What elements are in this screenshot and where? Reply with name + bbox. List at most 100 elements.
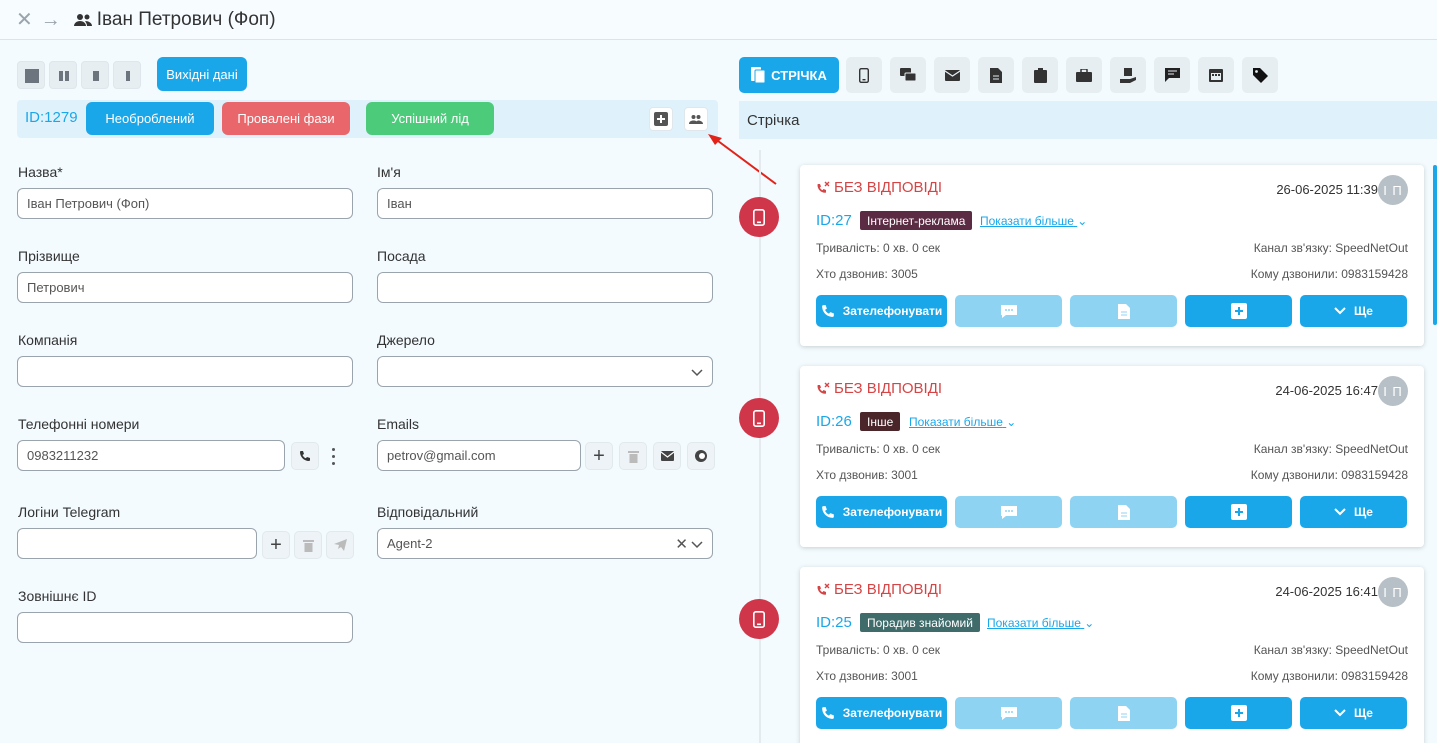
call-timeline-dot [739, 599, 779, 639]
document-button[interactable] [1070, 697, 1177, 729]
email-input[interactable]: petrov@gmail.com [377, 440, 581, 471]
send-email-button[interactable] [653, 442, 681, 470]
responsible-select[interactable]: Agent-2 ✕ [377, 528, 713, 559]
briefcase-icon [1076, 68, 1092, 82]
call-back-button[interactable]: Зателефонувати [816, 496, 947, 528]
source-tag: Порадив знайомий [860, 613, 980, 632]
document-icon [1117, 303, 1130, 319]
external-id-input[interactable] [17, 612, 353, 643]
first-name-input[interactable]: Іван [377, 188, 713, 219]
view-1-col-button[interactable] [17, 61, 45, 89]
tab-comments[interactable] [1154, 57, 1190, 93]
source-label: Джерело [377, 332, 435, 348]
contacts-icon [73, 13, 92, 26]
show-more-link[interactable]: Показати більше ⌄ [909, 415, 1016, 429]
avatar[interactable]: І П [1378, 175, 1408, 205]
envelope-icon [660, 451, 674, 461]
chevron-down-icon [1334, 709, 1346, 717]
add-square-button[interactable] [649, 107, 673, 131]
show-more-link[interactable]: Показати більше ⌄ [980, 214, 1087, 228]
lead-id: ID:1279 [25, 109, 78, 126]
mailchimp-icon [695, 450, 707, 462]
tab-calendar[interactable] [1198, 57, 1234, 93]
document-icon [1117, 504, 1130, 520]
call-back-button[interactable]: Зателефонувати [816, 295, 947, 327]
tab-tags[interactable] [1242, 57, 1278, 93]
add-button[interactable] [1185, 496, 1292, 528]
tab-calls[interactable] [846, 57, 882, 93]
position-label: Посада [377, 248, 426, 264]
tab-documents[interactable] [978, 57, 1014, 93]
more-vertical-icon[interactable] [329, 446, 339, 468]
tab-chats[interactable] [890, 57, 926, 93]
more-actions-button[interactable]: Ще [1300, 496, 1407, 528]
call-phone-button[interactable] [291, 442, 319, 470]
add-button[interactable] [1185, 295, 1292, 327]
page-title: Іван Петрович (Фоп) [96, 8, 276, 30]
phase-failed-button[interactable]: Провалені фази [222, 102, 350, 135]
first-name-label: Ім'я [377, 164, 401, 180]
trash-icon [627, 450, 639, 463]
close-icon[interactable]: ✕ [16, 10, 33, 30]
contacts-button[interactable] [684, 107, 708, 131]
phones-label: Телефонні номери [18, 416, 140, 432]
add-button[interactable] [1185, 697, 1292, 729]
call-id[interactable]: ID:26 [816, 413, 852, 430]
tab-payments[interactable] [1110, 57, 1146, 93]
phone-icon [821, 506, 834, 518]
name-input[interactable]: Іван Петрович (Фоп) [17, 188, 353, 219]
output-data-button[interactable]: Вихідні дані [157, 57, 247, 91]
position-input[interactable] [377, 272, 713, 303]
phone-icon [821, 707, 834, 719]
sms-button[interactable] [955, 697, 1062, 729]
document-button[interactable] [1070, 496, 1177, 528]
feed-title: Стрічка [739, 101, 1437, 139]
plus-square-icon [1230, 705, 1247, 721]
call-card: БЕЗ ВІДПОВІДІ 24-06-2025 16:41 І П ID:25… [800, 567, 1424, 743]
more-actions-button[interactable]: Ще [1300, 295, 1407, 327]
show-more-link[interactable]: Показати більше ⌄ [987, 616, 1094, 630]
plus-icon: + [593, 445, 605, 467]
tab-tasks[interactable] [1022, 57, 1058, 93]
sms-icon [1000, 505, 1017, 519]
add-telegram-button[interactable]: + [262, 531, 290, 559]
responsible-value: Agent-2 [387, 536, 433, 551]
delete-telegram-button[interactable] [294, 531, 322, 559]
telegram-input[interactable] [17, 528, 257, 559]
mailchimp-button[interactable] [687, 442, 715, 470]
scrollbar[interactable] [1433, 165, 1437, 325]
tab-feed[interactable]: СТРІЧКА [739, 57, 839, 93]
source-select[interactable] [377, 356, 713, 387]
tab-deals[interactable] [1066, 57, 1102, 93]
view-4-col-button[interactable] [113, 61, 141, 89]
sms-button[interactable] [955, 295, 1062, 327]
company-input[interactable] [17, 356, 353, 387]
document-button[interactable] [1070, 295, 1177, 327]
plus-square-icon [654, 112, 668, 126]
last-name-label: Прізвище [18, 248, 80, 264]
mobile-phone-icon [753, 610, 765, 628]
view-3-col-button[interactable] [81, 61, 109, 89]
phase-new-button[interactable]: Необроблений [86, 102, 214, 135]
phone-input[interactable]: 0983211232 [17, 440, 285, 471]
call-id[interactable]: ID:25 [816, 614, 852, 631]
delete-email-button[interactable] [619, 442, 647, 470]
add-email-button[interactable]: + [585, 442, 613, 470]
clear-icon[interactable]: ✕ [675, 535, 688, 553]
call-back-button[interactable]: Зателефонувати [816, 697, 947, 729]
avatar[interactable]: І П [1378, 376, 1408, 406]
tab-email[interactable] [934, 57, 970, 93]
telegram-label: Логіни Telegram [18, 504, 121, 520]
call-id[interactable]: ID:27 [816, 212, 852, 229]
sms-button[interactable] [955, 496, 1062, 528]
last-name-input[interactable]: Петрович [17, 272, 353, 303]
call-duration: Тривалість: 0 хв. 0 сек [816, 442, 941, 456]
more-actions-button[interactable]: Ще [1300, 697, 1407, 729]
phase-success-button[interactable]: Успішний лід [366, 102, 494, 135]
avatar[interactable]: І П [1378, 577, 1408, 607]
view-2-col-button[interactable] [49, 61, 77, 89]
send-telegram-button[interactable] [326, 531, 354, 559]
arrow-right-icon[interactable]: → [41, 10, 61, 30]
missed-call-icon [817, 382, 830, 394]
clipboard-icon [1033, 67, 1047, 83]
